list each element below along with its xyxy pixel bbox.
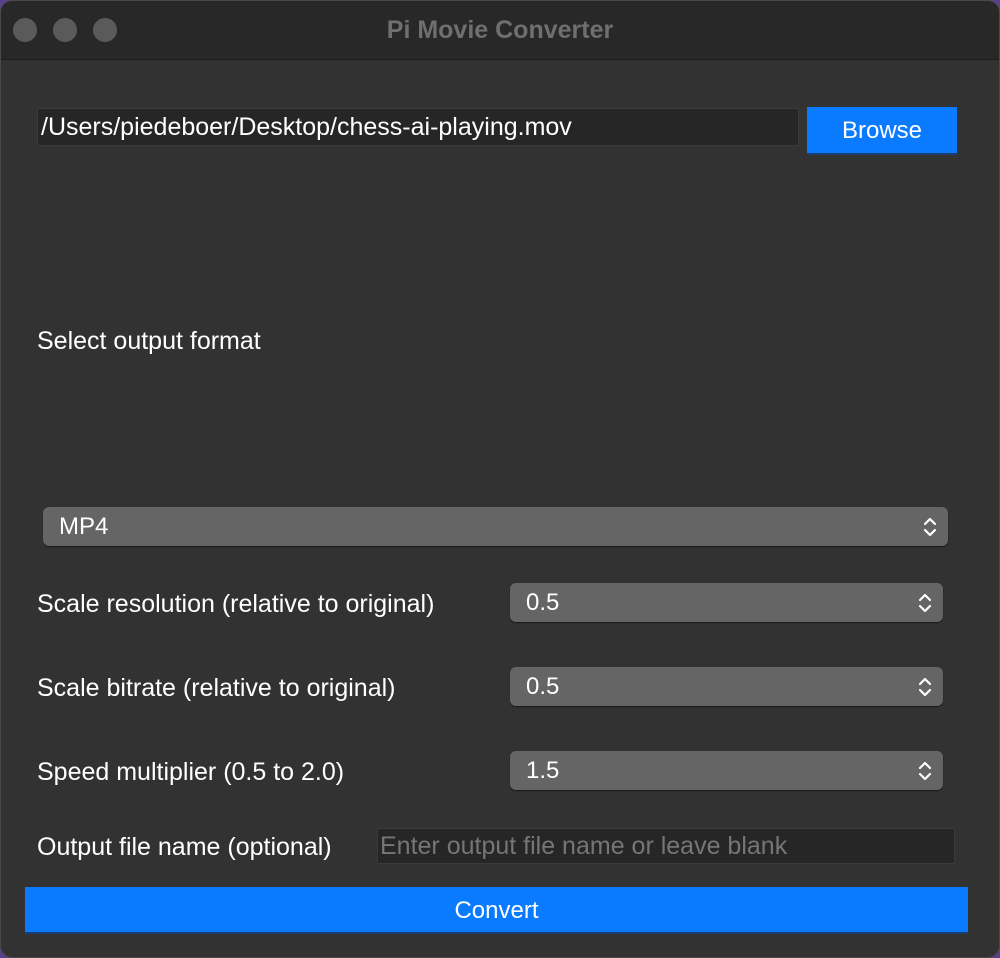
scale-bitrate-label: Scale bitrate (relative to original) xyxy=(37,674,396,702)
chevron-up-down-icon xyxy=(923,517,937,536)
output-file-name-label: Output file name (optional) xyxy=(37,833,332,861)
speed-multiplier-value: 1.5 xyxy=(526,757,560,784)
browse-button[interactable]: Browse xyxy=(807,107,957,155)
convert-button[interactable]: Convert xyxy=(25,887,968,934)
output-file-name-input[interactable] xyxy=(377,828,955,864)
app-window: Pi Movie Converter /Users/piedeboer/Desk… xyxy=(0,0,1000,958)
scale-resolution-label: Scale resolution (relative to original) xyxy=(37,590,435,618)
output-format-value: MP4 xyxy=(59,513,109,540)
speed-multiplier-label: Speed multiplier (0.5 to 2.0) xyxy=(37,758,345,786)
speed-multiplier-select[interactable]: 1.5 xyxy=(510,751,943,790)
title-bar: Pi Movie Converter xyxy=(1,1,999,60)
input-file-path-field[interactable]: /Users/piedeboer/Desktop/chess-ai-playin… xyxy=(37,108,799,146)
scale-resolution-value: 0.5 xyxy=(526,589,560,616)
window-title: Pi Movie Converter xyxy=(386,16,614,44)
scale-resolution-select[interactable]: 0.5 xyxy=(510,583,943,622)
output-format-select[interactable]: MP4 xyxy=(43,507,948,546)
output-format-label: Select output format xyxy=(37,327,261,355)
chevron-up-down-icon xyxy=(918,593,932,612)
scale-bitrate-select[interactable]: 0.5 xyxy=(510,667,943,706)
scale-bitrate-value: 0.5 xyxy=(526,673,560,700)
chevron-up-down-icon xyxy=(918,677,932,696)
chevron-up-down-icon xyxy=(918,761,932,780)
